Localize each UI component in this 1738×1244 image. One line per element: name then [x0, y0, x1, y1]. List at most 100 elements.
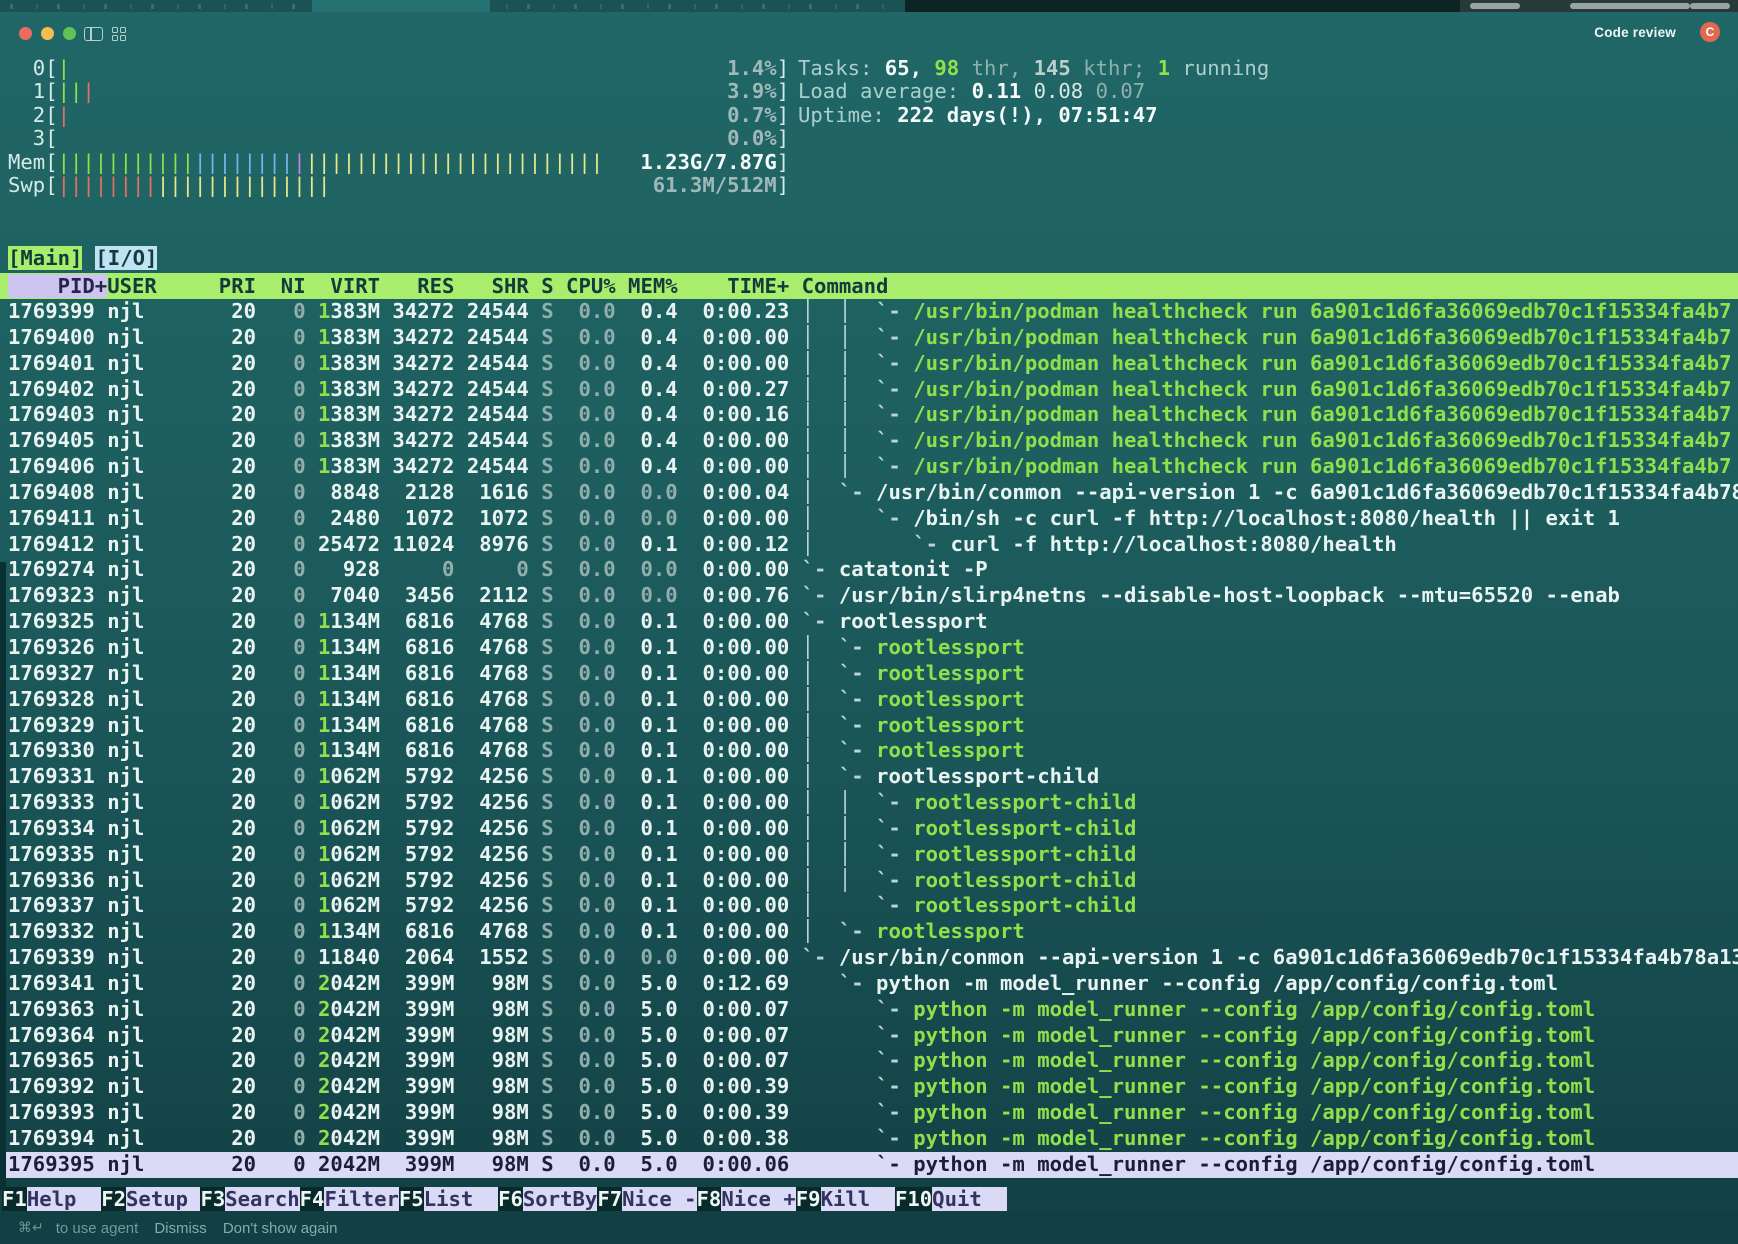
- load-average-segment: Load average:: [798, 79, 972, 103]
- process-row[interactable]: 1769331 njl 20 0 1062M 5792 4256 S 0.0 0…: [0, 764, 1738, 790]
- process-row[interactable]: 1769403 njl 20 0 1383M 34272 24544 S 0.0…: [0, 402, 1738, 428]
- fn-key-f2[interactable]: F2: [101, 1187, 126, 1211]
- cell-shr: 4256: [467, 790, 541, 814]
- column-header-mem[interactable]: MEM%: [628, 274, 690, 298]
- cell-res: 1072: [392, 506, 466, 530]
- fn-label-setup[interactable]: Setup: [126, 1187, 200, 1211]
- process-row[interactable]: 1769365 njl 20 0 2042M 399M 98M S 0.0 5.…: [0, 1048, 1738, 1074]
- cell-state: S: [541, 842, 566, 866]
- cell-pri: 20: [219, 893, 269, 917]
- cell-user: njl: [107, 1152, 219, 1176]
- account-badge[interactable]: C: [1700, 22, 1720, 42]
- process-row[interactable]: 1769330 njl 20 0 1134M 6816 4768 S 0.0 0…: [0, 738, 1738, 764]
- process-row[interactable]: 1769323 njl 20 0 7040 3456 2112 S 0.0 0.…: [0, 583, 1738, 609]
- column-header-res[interactable]: RES: [392, 274, 466, 298]
- fn-label-nice[interactable]: Nice +: [721, 1187, 795, 1211]
- sidebar-toggle-icon[interactable]: [84, 27, 103, 41]
- process-row[interactable]: 1769408 njl 20 0 8848 2128 1616 S 0.0 0.…: [0, 480, 1738, 506]
- cell-state: S: [541, 299, 566, 323]
- process-row[interactable]: 1769334 njl 20 0 1062M 5792 4256 S 0.0 0…: [0, 816, 1738, 842]
- fn-label-list[interactable]: List: [424, 1187, 498, 1211]
- meter-bar-red: |: [82, 79, 94, 103]
- process-row[interactable]: 1769339 njl 20 0 11840 2064 1552 S 0.0 0…: [0, 945, 1738, 971]
- fn-key-f9[interactable]: F9: [796, 1187, 821, 1211]
- cell-shr: 4768: [467, 713, 541, 737]
- fn-label-help[interactable]: Help: [27, 1187, 101, 1211]
- process-row[interactable]: 1769401 njl 20 0 1383M 34272 24544 S 0.0…: [0, 351, 1738, 377]
- process-row[interactable]: 1769393 njl 20 0 2042M 399M 98M S 0.0 5.…: [0, 1100, 1738, 1126]
- zoom-window-button[interactable]: [63, 27, 76, 40]
- process-row[interactable]: 1769406 njl 20 0 1383M 34272 24544 S 0.0…: [0, 454, 1738, 480]
- fn-key-f3[interactable]: F3: [200, 1187, 225, 1211]
- cell-time: 0:00.00: [690, 893, 802, 917]
- dont-show-again-button[interactable]: Don't show again: [223, 1220, 338, 1237]
- process-row[interactable]: 1769363 njl 20 0 2042M 399M 98M S 0.0 5.…: [0, 997, 1738, 1023]
- process-row[interactable]: 1769335 njl 20 0 1062M 5792 4256 S 0.0 0…: [0, 842, 1738, 868]
- cell-pri: 20: [219, 557, 269, 581]
- close-window-button[interactable]: [19, 27, 32, 40]
- fn-label-kill[interactable]: Kill: [821, 1187, 895, 1211]
- process-row[interactable]: 1769405 njl 20 0 1383M 34272 24544 S 0.0…: [0, 428, 1738, 454]
- tab-io[interactable]: [I/O]: [95, 246, 157, 270]
- process-row[interactable]: 1769327 njl 20 0 1134M 6816 4768 S 0.0 0…: [0, 661, 1738, 687]
- column-header-user[interactable]: USER: [107, 274, 219, 298]
- process-row[interactable]: 1769341 njl 20 0 2042M 399M 98M S 0.0 5.…: [0, 971, 1738, 997]
- column-header-command[interactable]: Command: [802, 274, 889, 298]
- minimize-window-button[interactable]: [41, 27, 54, 40]
- process-row[interactable]: 1769394 njl 20 0 2042M 399M 98M S 0.0 5.…: [0, 1126, 1738, 1152]
- process-row[interactable]: 1769399 njl 20 0 1383M 34272 24544 S 0.0…: [0, 299, 1738, 325]
- column-header-pri[interactable]: PRI: [219, 274, 269, 298]
- fn-label-nice[interactable]: Nice -: [622, 1187, 696, 1211]
- fn-key-f7[interactable]: F7: [597, 1187, 622, 1211]
- process-row[interactable]: 1769400 njl 20 0 1383M 34272 24544 S 0.0…: [0, 325, 1738, 351]
- fn-label-search[interactable]: Search: [225, 1187, 299, 1211]
- fn-key-f1[interactable]: F1: [2, 1187, 27, 1211]
- process-row[interactable]: 1769402 njl 20 0 1383M 34272 24544 S 0.0…: [0, 377, 1738, 403]
- cell-virt: 928: [318, 557, 392, 581]
- fn-key-f4[interactable]: F4: [300, 1187, 325, 1211]
- fn-key-f8[interactable]: F8: [697, 1187, 722, 1211]
- fn-key-f5[interactable]: F5: [399, 1187, 424, 1211]
- cell-state: S: [541, 945, 566, 969]
- code-review-button[interactable]: Code review: [1594, 25, 1676, 40]
- cell-virt: 11840: [318, 945, 392, 969]
- fn-key-f10[interactable]: F10: [895, 1187, 932, 1211]
- process-row[interactable]: 1769364 njl 20 0 2042M 399M 98M S 0.0 5.…: [0, 1023, 1738, 1049]
- cell-pid: 1769341: [8, 971, 107, 995]
- tab-main[interactable]: [Main]: [8, 246, 82, 270]
- process-row[interactable]: 1769332 njl 20 0 1134M 6816 4768 S 0.0 0…: [0, 919, 1738, 945]
- fn-label-quit[interactable]: Quit: [932, 1187, 1006, 1211]
- meter-label: 3: [8, 126, 45, 150]
- column-header-state[interactable]: S: [541, 274, 566, 298]
- fn-key-f6[interactable]: F6: [498, 1187, 523, 1211]
- cell-shr: 2112: [467, 583, 541, 607]
- grid-layout-icon[interactable]: [112, 27, 127, 42]
- process-row[interactable]: 1769325 njl 20 0 1134M 6816 4768 S 0.0 0…: [0, 609, 1738, 635]
- cell-pri: 20: [219, 945, 269, 969]
- cell-virt: 25472: [318, 532, 392, 556]
- process-row[interactable]: 1769411 njl 20 0 2480 1072 1072 S 0.0 0.…: [0, 506, 1738, 532]
- process-row[interactable]: 1769326 njl 20 0 1134M 6816 4768 S 0.0 0…: [0, 635, 1738, 661]
- process-row[interactable]: 1769336 njl 20 0 1062M 5792 4256 S 0.0 0…: [0, 868, 1738, 894]
- cell-mem: 5.0: [628, 1126, 690, 1150]
- fn-label-filter[interactable]: Filter: [324, 1187, 398, 1211]
- column-header-time[interactable]: TIME+: [690, 274, 802, 298]
- process-row[interactable]: 1769328 njl 20 0 1134M 6816 4768 S 0.0 0…: [0, 687, 1738, 713]
- cell-command: python -m model_runner --config /app/con…: [913, 1048, 1595, 1072]
- process-row-selected[interactable]: 1769395 njl 20 0 2042M 399M 98M S 0.0 5.…: [0, 1152, 1738, 1178]
- column-header-cpu[interactable]: CPU%: [566, 274, 628, 298]
- column-header-virt[interactable]: VIRT: [318, 274, 392, 298]
- column-header-pid[interactable]: PID+: [8, 274, 107, 298]
- process-row[interactable]: 1769392 njl 20 0 2042M 399M 98M S 0.0 5.…: [0, 1074, 1738, 1100]
- cell-time: 0:00.00: [690, 713, 802, 737]
- column-header-shr[interactable]: SHR: [467, 274, 541, 298]
- process-row[interactable]: 1769274 njl 20 0 928 0 0 S 0.0 0.0 0:00.…: [0, 557, 1738, 583]
- process-row[interactable]: 1769333 njl 20 0 1062M 5792 4256 S 0.0 0…: [0, 790, 1738, 816]
- process-row[interactable]: 1769412 njl 20 0 25472 11024 8976 S 0.0 …: [0, 532, 1738, 558]
- process-row[interactable]: 1769329 njl 20 0 1134M 6816 4768 S 0.0 0…: [0, 713, 1738, 739]
- dismiss-button[interactable]: Dismiss: [154, 1220, 207, 1237]
- fn-label-sortby[interactable]: SortBy: [523, 1187, 597, 1211]
- column-header-ni[interactable]: NI: [268, 274, 318, 298]
- process-row[interactable]: 1769337 njl 20 0 1062M 5792 4256 S 0.0 0…: [0, 893, 1738, 919]
- cell-virt: 1: [318, 868, 330, 892]
